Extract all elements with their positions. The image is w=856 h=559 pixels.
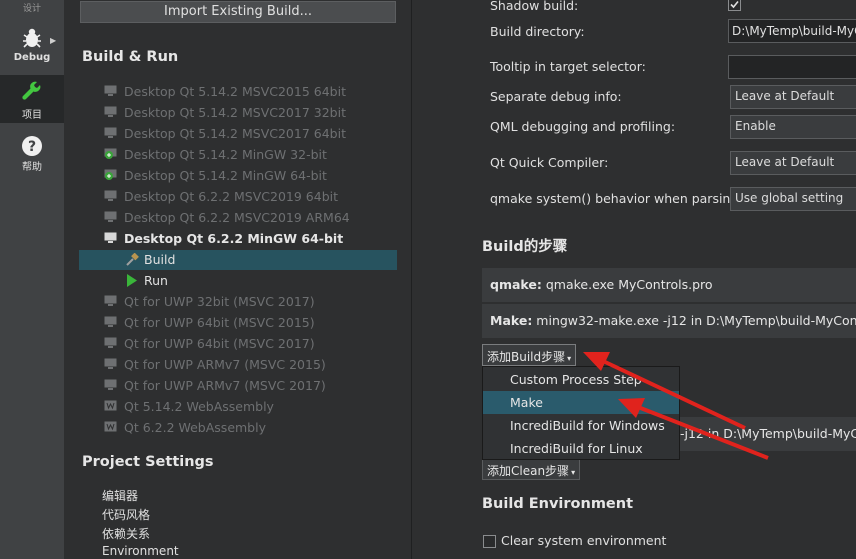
- menu-item-incredibuild-windows[interactable]: IncrediBuild for Windows: [483, 414, 679, 437]
- add-build-step-button[interactable]: 添加Build步骤 ▾: [482, 344, 577, 366]
- tooltip-target-selector-label: Tooltip in target selector:: [490, 59, 646, 74]
- add-clean-step-label: 添加Clean步骤: [487, 464, 570, 478]
- monitor-plus-icon: [104, 148, 117, 159]
- project-navigation-pane: Import Existing Build... Build & Run Des…: [64, 0, 411, 559]
- make-step-value: mingw32-make.exe -j12 in D:\MyTemp\build…: [532, 313, 856, 328]
- qt-quick-compiler-select[interactable]: Leave at Default: [730, 151, 856, 175]
- checkmark-icon: [730, 0, 739, 9]
- monitor-icon: [104, 316, 117, 327]
- build-settings-pane: Shadow build: Build directory: D:\MyTemp…: [412, 0, 856, 559]
- bug-icon: [23, 28, 41, 48]
- separate-debug-info-select[interactable]: Leave at Default: [730, 85, 856, 109]
- build-steps-title: Build的步骤: [482, 239, 568, 255]
- kit-run-label: Run: [144, 273, 168, 288]
- clear-system-environment-label: Clear system environment: [501, 533, 667, 548]
- kit-label: Qt for UWP ARMv7 (MSVC 2015): [124, 357, 326, 372]
- qmake-system-behavior-select[interactable]: Use global setting: [730, 187, 856, 211]
- webassembly-icon: [104, 400, 117, 411]
- qml-debugging-label: QML debugging and profiling:: [490, 119, 676, 134]
- kit-label: Desktop Qt 6.2.2 MSVC2019 64bit: [124, 189, 339, 204]
- menu-item-make[interactable]: Make: [483, 391, 679, 414]
- mode-projects-label: 项目: [22, 110, 42, 121]
- help-icon: ?: [22, 136, 42, 156]
- build-environment-title: Build Environment: [482, 496, 634, 512]
- monitor-icon: [104, 106, 117, 117]
- kit-label: Qt for UWP 64bit (MSVC 2017): [124, 336, 315, 351]
- kit-label: Desktop Qt 5.14.2 MSVC2017 32bit: [124, 105, 346, 120]
- monitor-icon: [104, 211, 117, 222]
- add-build-step-menu: Custom Process Step Make IncrediBuild fo…: [482, 366, 680, 460]
- build-run-title: Build & Run: [82, 49, 179, 65]
- project-settings-item[interactable]: 代码风格: [102, 506, 150, 523]
- kit-label: Qt for UWP 64bit (MSVC 2015): [124, 315, 315, 330]
- hammer-icon: [126, 253, 139, 266]
- qmake-system-behavior-label: qmake system() behavior when parsing:: [490, 191, 743, 206]
- kit-build-item[interactable]: Build: [79, 250, 397, 270]
- run-icon: [127, 274, 137, 287]
- kit-build-label: Build: [144, 252, 176, 267]
- project-settings-title: Project Settings: [82, 454, 214, 470]
- monitor-icon: [104, 190, 117, 201]
- add-build-step-label: 添加Build步骤: [487, 350, 566, 364]
- project-settings-item[interactable]: Environment: [102, 544, 179, 558]
- mode-bar: 设计 Debug ▶ 项目 ? 帮助: [0, 0, 64, 559]
- wrench-icon: [22, 81, 41, 100]
- qmake-step-value: qmake.exe MyControls.pro: [541, 277, 713, 292]
- monitor-icon: [104, 85, 117, 96]
- mode-help-label: 帮助: [22, 162, 42, 173]
- add-clean-step-button[interactable]: 添加Clean步骤 ▾: [482, 458, 581, 480]
- project-settings-item[interactable]: 依赖关系: [102, 525, 150, 542]
- qmake-step-key: qmake:: [490, 277, 542, 292]
- mode-debug-label: Debug: [13, 52, 51, 63]
- monitor-icon: [104, 337, 117, 348]
- kit-label: Qt 5.14.2 WebAssembly: [124, 399, 274, 414]
- make-step-key: Make:: [490, 313, 533, 328]
- qt-quick-compiler-label: Qt Quick Compiler:: [490, 155, 609, 170]
- menu-item-incredibuild-linux[interactable]: IncrediBuild for Linux: [483, 437, 679, 460]
- import-existing-build-button[interactable]: Import Existing Build...: [80, 1, 396, 23]
- qml-debugging-select[interactable]: Enable: [730, 115, 856, 139]
- menu-item-custom-process-step[interactable]: Custom Process Step: [483, 368, 679, 391]
- mode-design[interactable]: 设计: [0, 0, 64, 18]
- tooltip-target-selector-input[interactable]: [728, 55, 856, 79]
- monitor-plus-icon: [104, 169, 117, 180]
- chevron-right-icon: ▶: [50, 36, 57, 45]
- kit-label: Desktop Qt 6.2.2 MSVC2019 ARM64: [124, 210, 350, 225]
- kit-label: Qt for UWP ARMv7 (MSVC 2017): [124, 378, 326, 393]
- dropdown-arrow-icon: ▾: [567, 354, 572, 363]
- monitor-icon: [104, 127, 117, 138]
- kit-label: Desktop Qt 5.14.2 MSVC2015 64bit: [124, 84, 346, 99]
- kit-label: Desktop Qt 6.2.2 MinGW 64-bit: [124, 231, 344, 246]
- shadow-build-label: Shadow build:: [490, 0, 579, 13]
- shadow-build-checkbox[interactable]: [728, 0, 741, 11]
- webassembly-icon: [104, 421, 117, 432]
- mode-debug[interactable]: Debug ▶: [0, 22, 64, 68]
- qmake-step[interactable]: qmake: qmake.exe MyControls.pro: [482, 268, 856, 302]
- svg-text:?: ?: [28, 139, 36, 155]
- clear-system-environment-checkbox[interactable]: [483, 535, 496, 548]
- build-directory-label: Build directory:: [490, 24, 585, 39]
- make-step[interactable]: Make: mingw32-make.exe -j12 in D:\MyTemp…: [482, 304, 856, 338]
- kit-label: Desktop Qt 5.14.2 MinGW 32-bit: [124, 147, 327, 162]
- monitor-icon: [104, 358, 117, 369]
- build-directory-input[interactable]: D:\MyTemp\build-MyC: [728, 19, 856, 43]
- monitor-icon: [104, 232, 117, 243]
- kit-run-item[interactable]: Run: [79, 271, 397, 291]
- kit-label: Qt 6.2.2 WebAssembly: [124, 420, 266, 435]
- monitor-icon: [104, 379, 117, 390]
- mode-projects[interactable]: 项目: [0, 75, 64, 123]
- mode-help[interactable]: ? 帮助: [0, 132, 64, 178]
- project-settings-item[interactable]: 编辑器: [102, 487, 138, 504]
- kit-label: Qt for UWP 32bit (MSVC 2017): [124, 294, 315, 309]
- clean-step-value[interactable]: -j12 in D:\MyTemp\build-MyCo: [680, 417, 856, 451]
- separate-debug-info-label: Separate debug info:: [490, 89, 622, 104]
- mode-design-label: 设计: [22, 4, 41, 14]
- monitor-icon: [104, 295, 117, 306]
- kit-label: Desktop Qt 5.14.2 MinGW 64-bit: [124, 168, 327, 183]
- dropdown-arrow-icon: ▾: [571, 468, 576, 477]
- kit-label: Desktop Qt 5.14.2 MSVC2017 64bit: [124, 126, 346, 141]
